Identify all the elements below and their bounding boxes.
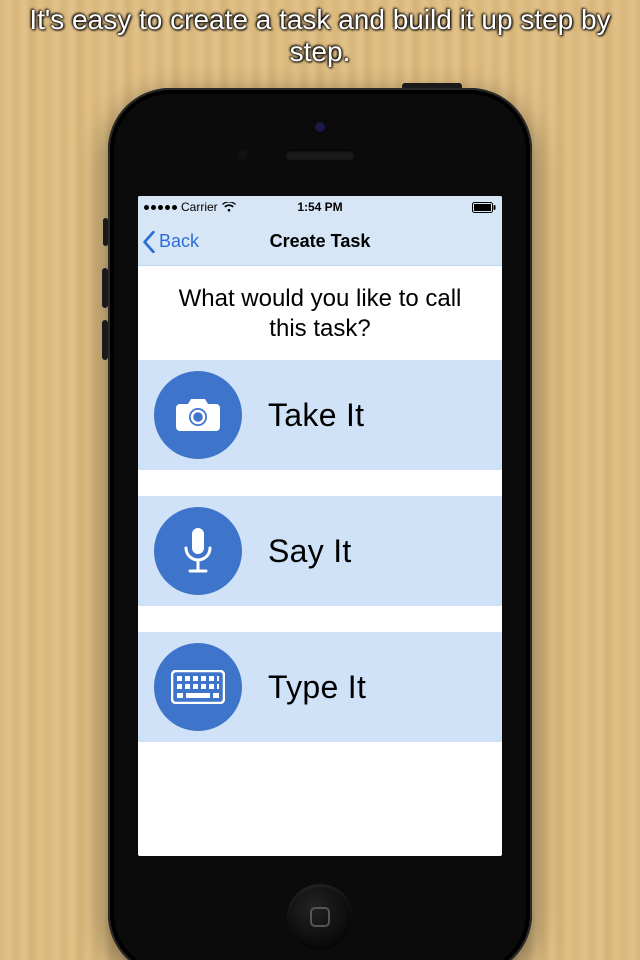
battery-icon xyxy=(472,202,496,213)
nav-bar: Back Create Task xyxy=(138,218,502,266)
screen: Carrier 1:54 PM Back Create Task What wo… xyxy=(138,196,502,856)
content-area: What would you like to call this task? T… xyxy=(138,266,502,742)
option-type-it[interactable]: Type It xyxy=(138,632,502,742)
chevron-left-icon xyxy=(142,231,156,253)
marketing-caption: It's easy to create a task and build it … xyxy=(0,4,640,68)
option-label: Say It xyxy=(268,533,352,570)
carrier-label: Carrier xyxy=(181,200,218,214)
proximity-sensor xyxy=(238,150,248,160)
home-button-glyph xyxy=(310,907,330,927)
option-say-it[interactable]: Say It xyxy=(138,496,502,606)
camera-icon xyxy=(154,371,242,459)
keyboard-icon xyxy=(154,643,242,731)
mute-switch xyxy=(103,218,108,246)
home-button[interactable] xyxy=(287,884,353,950)
signal-strength-icon xyxy=(144,205,177,210)
option-label: Type It xyxy=(268,669,366,706)
earpiece-speaker xyxy=(285,150,355,160)
back-label: Back xyxy=(159,231,199,252)
option-take-it[interactable]: Take It xyxy=(138,360,502,470)
front-camera xyxy=(315,122,325,132)
microphone-icon xyxy=(154,507,242,595)
volume-up-button xyxy=(102,268,108,308)
option-label: Take It xyxy=(268,397,364,434)
status-bar: Carrier 1:54 PM xyxy=(138,196,502,218)
back-button[interactable]: Back xyxy=(138,231,207,253)
volume-down-button xyxy=(102,320,108,360)
power-button xyxy=(402,83,462,88)
phone-frame: Carrier 1:54 PM Back Create Task What wo… xyxy=(108,88,532,960)
wifi-icon xyxy=(222,202,236,212)
prompt-text: What would you like to call this task? xyxy=(138,266,502,360)
status-carrier: Carrier xyxy=(144,200,236,214)
